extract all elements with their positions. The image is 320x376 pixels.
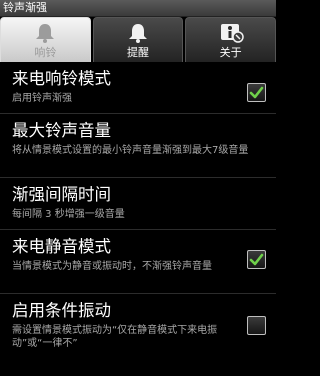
tab-ringing-label: 响铃 bbox=[34, 46, 57, 59]
check-icon bbox=[249, 253, 264, 266]
silent-mode-checkbox[interactable] bbox=[247, 250, 266, 269]
tab-about-label: 关于 bbox=[219, 46, 242, 59]
setting-summary: 启用铃声渐强 bbox=[12, 93, 72, 104]
settings-list: 来电响铃模式 启用铃声渐强 最大铃声音量 将从情景模式设置的最小铃声音量渐强到最… bbox=[0, 62, 276, 376]
bell-icon bbox=[129, 24, 147, 43]
title-bar: 铃声渐强 bbox=[0, 0, 276, 17]
setting-silent-mode[interactable]: 来电静音模式 当情景模式为静音或振动时，不渐强铃声音量 bbox=[0, 230, 276, 294]
setting-interval[interactable]: 渐强间隔时间 每间隔 3 秒增强一级音量 bbox=[0, 178, 276, 230]
tab-reminder[interactable]: 提醒 bbox=[92, 17, 184, 62]
ringing-mode-checkbox[interactable] bbox=[247, 83, 266, 102]
info-icon bbox=[220, 24, 244, 43]
setting-max-volume[interactable]: 最大铃声音量 将从情景模式设置的最小铃声音量渐强到最大7级音量 bbox=[0, 114, 276, 178]
setting-title: 启用条件振动 bbox=[12, 301, 111, 320]
setting-summary: 需设置情景模式振动为“仅在静音模式下来电振动”或“一律不” bbox=[12, 325, 218, 349]
tab-reminder-label: 提醒 bbox=[127, 46, 149, 59]
setting-title: 渐强间隔时间 bbox=[12, 185, 111, 204]
setting-title: 来电静音模式 bbox=[12, 237, 111, 256]
setting-title: 最大铃声音量 bbox=[12, 121, 111, 140]
tab-bar: 响铃 提醒 关于 bbox=[0, 17, 277, 62]
setting-summary: 每间隔 3 秒增强一级音量 bbox=[12, 209, 125, 220]
setting-title: 来电响铃模式 bbox=[12, 69, 111, 88]
setting-ringing-mode[interactable]: 来电响铃模式 启用铃声渐强 bbox=[0, 62, 276, 114]
tab-about[interactable]: 关于 bbox=[185, 17, 277, 62]
setting-summary: 当情景模式为静音或振动时，不渐强铃声音量 bbox=[12, 261, 212, 272]
app-title: 铃声渐强 bbox=[3, 1, 47, 14]
check-icon bbox=[249, 86, 264, 99]
bell-icon bbox=[36, 24, 55, 43]
conditional-vibrate-checkbox[interactable] bbox=[247, 316, 266, 335]
tab-ringing[interactable]: 响铃 bbox=[0, 17, 91, 62]
setting-conditional-vibrate[interactable]: 启用条件振动 需设置情景模式振动为“仅在静音模式下来电振动”或“一律不” bbox=[0, 294, 276, 376]
setting-summary: 将从情景模式设置的最小铃声音量渐强到最大7级音量 bbox=[12, 145, 249, 156]
app-screen: 铃声渐强 响铃 提醒 关于 来电响铃模式 启用铃声渐强 最大铃声音量 将从情景模… bbox=[0, 0, 277, 376]
